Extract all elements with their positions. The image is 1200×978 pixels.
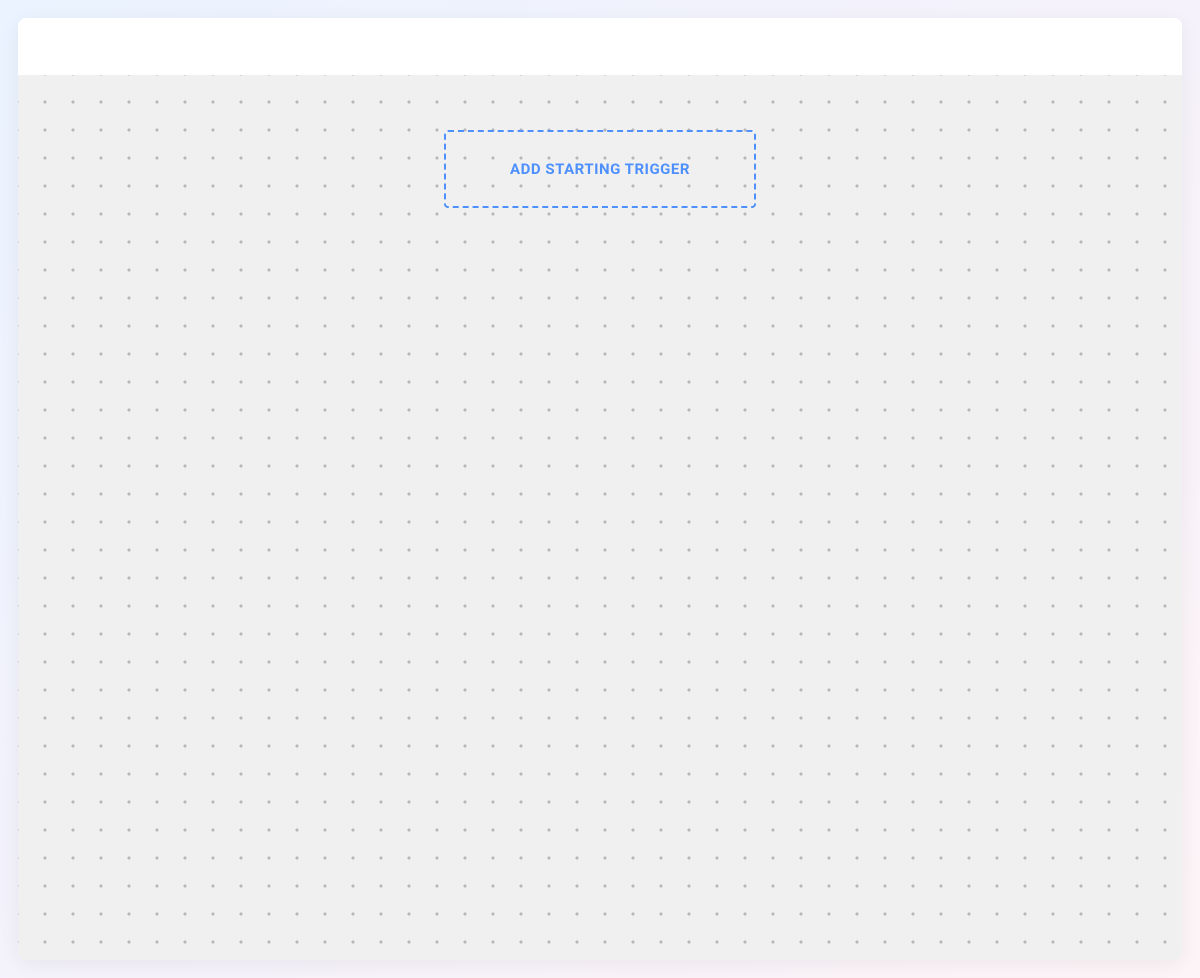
add-starting-trigger-button[interactable]: ADD STARTING TRIGGER [444,130,756,208]
header-bar [18,18,1182,75]
workflow-canvas[interactable]: ADD STARTING TRIGGER [18,75,1182,960]
workflow-editor-container: ADD STARTING TRIGGER [18,18,1182,960]
